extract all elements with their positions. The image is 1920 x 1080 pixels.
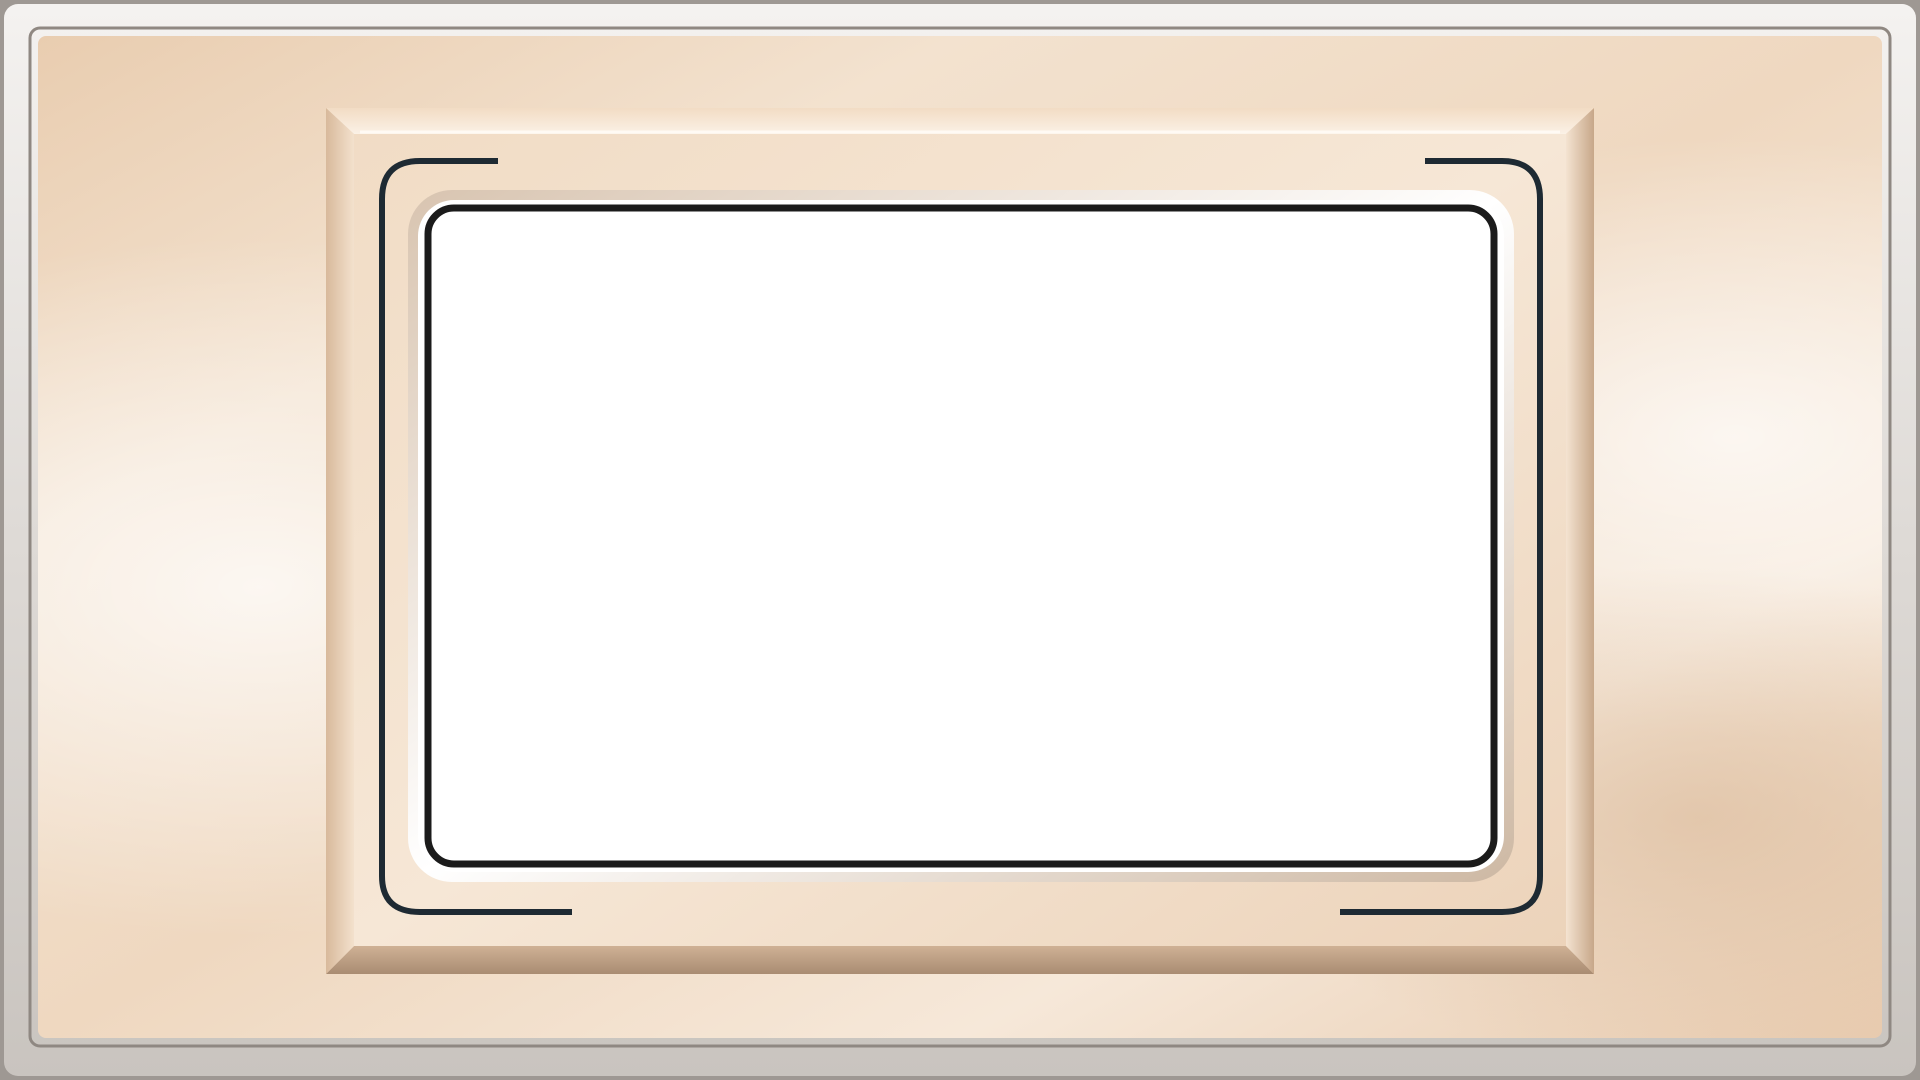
photo-frame [0, 0, 1920, 1080]
frame-graphic [0, 0, 1920, 1080]
bevel-right [1566, 108, 1594, 974]
bevel-bottom [326, 946, 1594, 974]
photo-window [424, 204, 1498, 868]
bevel-top [326, 108, 1594, 134]
bevel-left [326, 108, 354, 974]
